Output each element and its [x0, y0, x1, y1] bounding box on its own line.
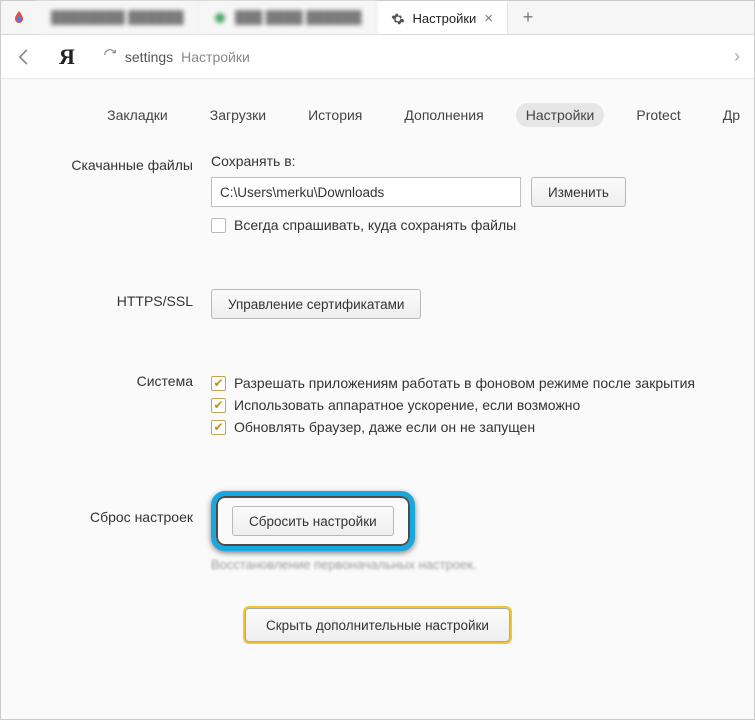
plus-icon: + [523, 7, 534, 28]
back-button[interactable] [7, 40, 41, 74]
close-icon[interactable]: × [484, 11, 493, 26]
section-system: Система ✔ Разрешать приложениям работать… [1, 361, 754, 449]
tab-title: Настройки [413, 11, 477, 26]
section-label: HTTPS/SSL [1, 289, 211, 319]
settings-page: Закладки Загрузки История Дополнения Нас… [1, 79, 754, 719]
nav-addons[interactable]: Дополнения [394, 103, 493, 127]
app-icon [1, 1, 37, 34]
section-label: Система [1, 369, 211, 441]
bg-apps-label: Разрешать приложениям работать в фоновом… [234, 375, 695, 391]
section-https: HTTPS/SSL Управление сертификатами [1, 281, 754, 327]
nav-protect[interactable]: Protect [626, 103, 690, 127]
url-primary: settings [125, 49, 173, 65]
tab-favicon [213, 11, 227, 25]
chevron-right-icon: › [734, 46, 740, 66]
arrow-left-icon [14, 47, 34, 67]
reset-hint: Восстановление первоначальных настроек. [211, 557, 744, 572]
hw-accel-checkbox[interactable]: ✔ [211, 398, 226, 413]
address-bar[interactable]: settings Настройки [93, 48, 716, 65]
nav-downloads[interactable]: Загрузки [200, 103, 276, 127]
section-downloads: Скачанные файлы Сохранять в: Изменить Вс… [1, 145, 754, 247]
nav-bookmarks[interactable]: Закладки [97, 103, 178, 127]
nav-other[interactable]: Др [713, 103, 740, 127]
always-ask-label: Всегда спрашивать, куда сохранять файлы [234, 217, 516, 233]
gear-icon [391, 12, 405, 26]
url-secondary: Настройки [181, 49, 250, 65]
reset-settings-button[interactable]: Сбросить настройки [232, 506, 394, 536]
highlight-frame: Сбросить настройки [211, 491, 415, 551]
section-label: Сброс настроек [1, 491, 211, 572]
auto-update-label: Обновлять браузер, даже если он не запущ… [234, 419, 535, 435]
section-label: Скачанные файлы [1, 153, 211, 239]
tab-inactive-1[interactable]: ████████ ██████ [37, 1, 199, 34]
flame-icon [11, 10, 27, 26]
hw-accel-label: Использовать аппаратное ускорение, если … [234, 397, 580, 413]
always-ask-checkbox[interactable] [211, 218, 226, 233]
manage-certs-button[interactable]: Управление сертификатами [211, 289, 421, 319]
new-tab-button[interactable]: + [508, 1, 548, 34]
hide-advanced-button[interactable]: Скрыть дополнительные настройки [245, 608, 510, 642]
toolbar-menu[interactable]: › [726, 46, 748, 67]
toolbar: Я settings Настройки › [1, 35, 754, 79]
reload-icon[interactable] [103, 48, 117, 65]
change-path-button[interactable]: Изменить [531, 177, 626, 207]
browser-brand: Я [51, 44, 83, 70]
settings-nav: Закладки Загрузки История Дополнения Нас… [1, 79, 754, 145]
tab-strip: ████████ ██████ ███ ████ ██████ Настройк… [1, 1, 754, 35]
nav-history[interactable]: История [298, 103, 372, 127]
section-reset: Сброс настроек Сбросить настройки Восста… [1, 483, 754, 580]
auto-update-checkbox[interactable]: ✔ [211, 420, 226, 435]
download-path-input[interactable] [211, 177, 521, 207]
tab-active-settings[interactable]: Настройки × [377, 1, 509, 34]
nav-settings[interactable]: Настройки [516, 103, 605, 127]
save-to-label: Сохранять в: [211, 153, 744, 169]
bg-apps-checkbox[interactable]: ✔ [211, 376, 226, 391]
tab-inactive-2[interactable]: ███ ████ ██████ [199, 1, 377, 34]
footer: Скрыть дополнительные настройки [1, 580, 754, 642]
